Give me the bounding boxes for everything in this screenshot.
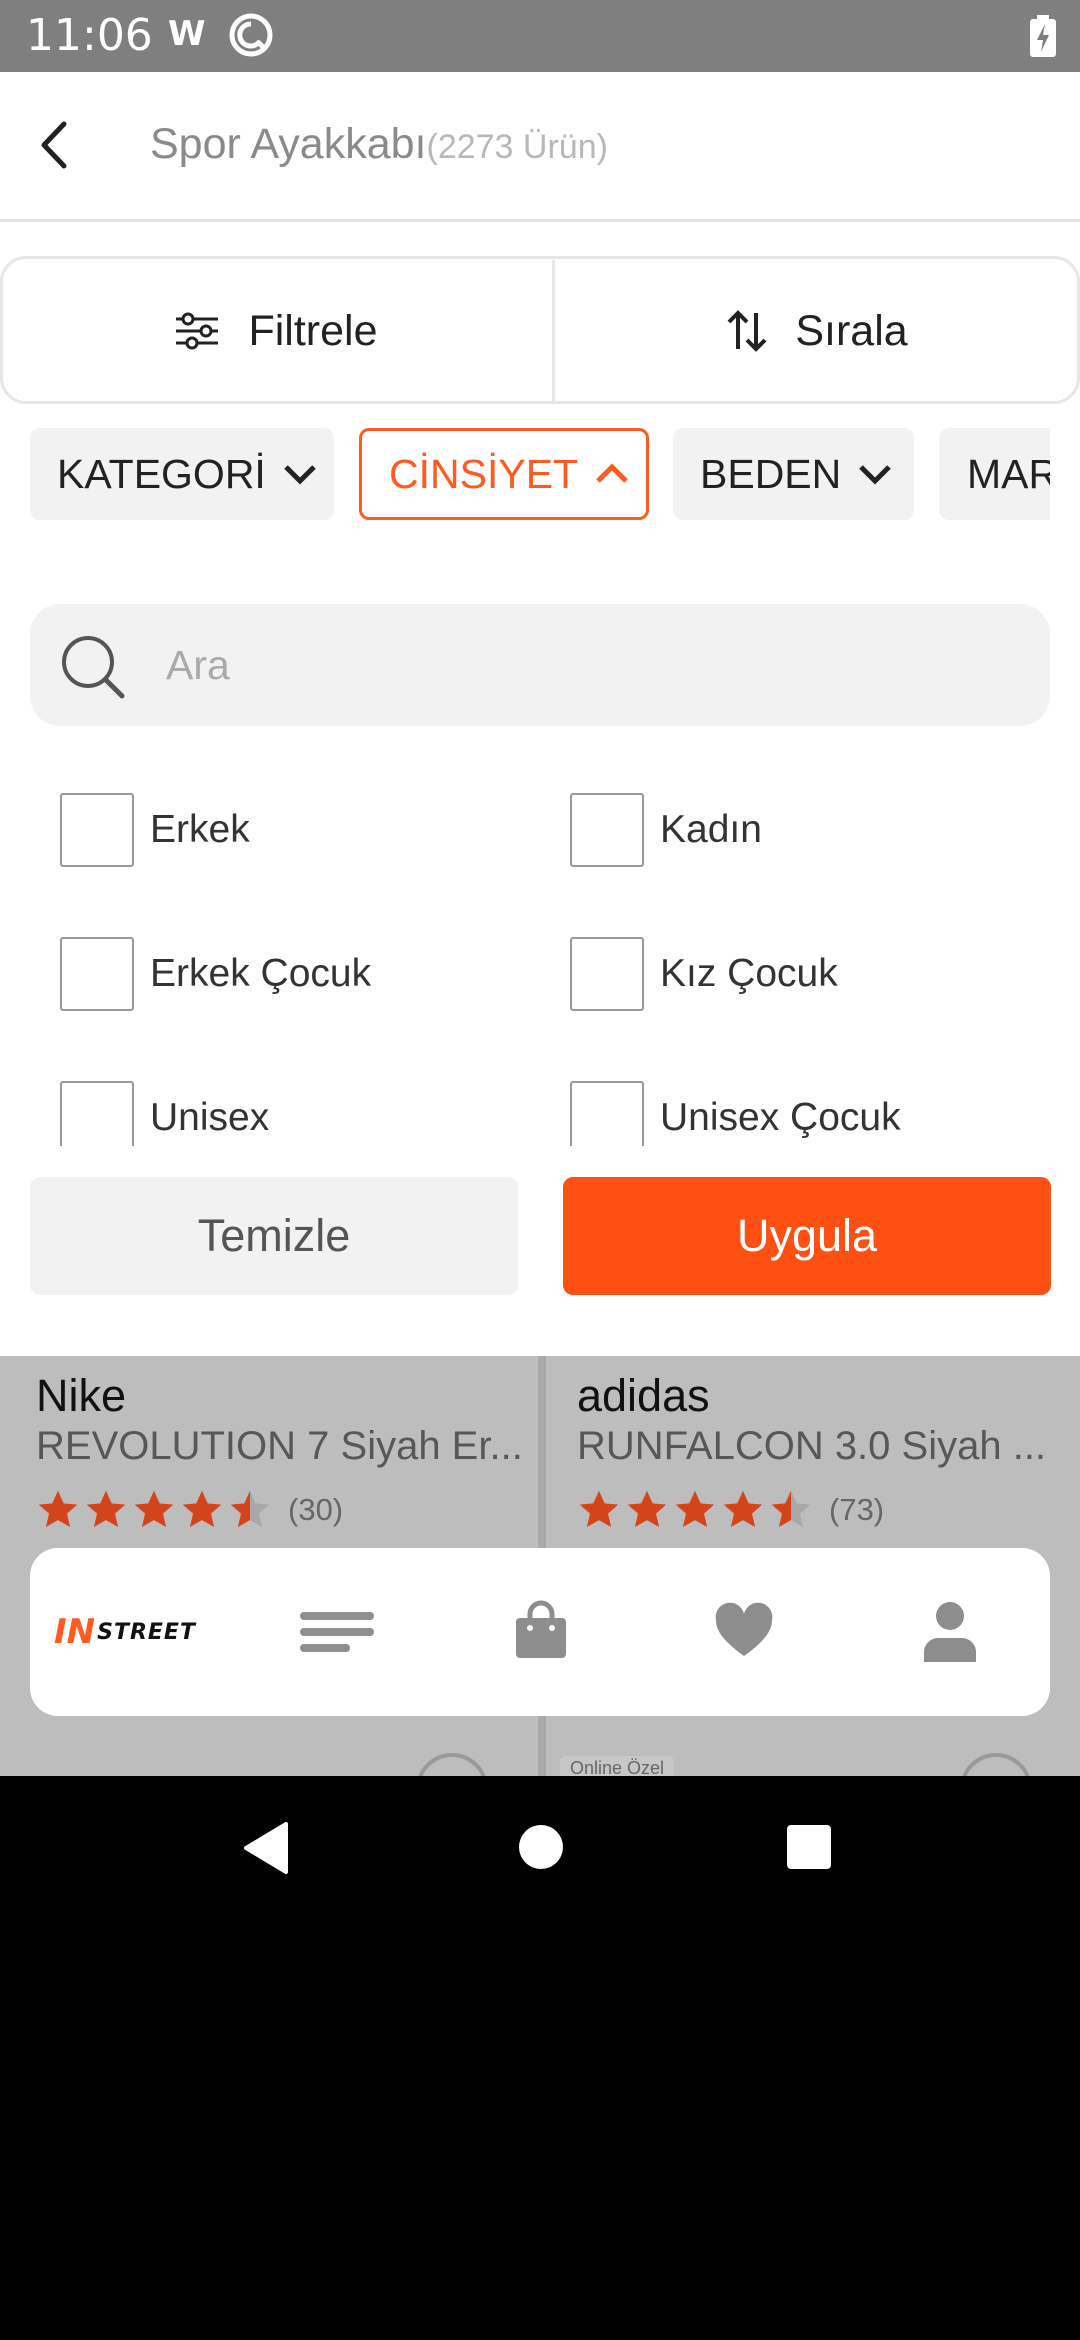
- chip-label: MARKA: [967, 450, 1050, 497]
- shopping-bag-icon[interactable]: [514, 1598, 568, 1666]
- filter-button[interactable]: Filtrele: [0, 260, 552, 402]
- option-unisex-cocuk[interactable]: Unisex Çocuk: [570, 1080, 901, 1146]
- instreet-logo[interactable]: IN STREET: [54, 1612, 196, 1652]
- chip-beden[interactable]: BEDEN: [673, 428, 914, 520]
- option-kadin[interactable]: Kadın: [570, 792, 762, 868]
- star-icon: [675, 1490, 715, 1528]
- logo-street: STREET: [97, 1619, 196, 1645]
- star-icon: [86, 1490, 126, 1528]
- wishlist-circle-icon: [418, 1753, 486, 1776]
- online-badge: Online Özel: [560, 1756, 675, 1776]
- wishlist-circle-icon: [962, 1753, 1030, 1776]
- heart-icon[interactable]: [714, 1598, 774, 1666]
- logo-in: IN: [54, 1612, 96, 1652]
- gender-options: Erkek Kadın Erkek Çocuk Kız Çocuk Unisex…: [0, 760, 1080, 1146]
- option-label: Erkek: [150, 808, 250, 851]
- product-name: RUNFALCON 3.0 Siyah ...: [577, 1424, 1047, 1468]
- star-half-icon: [230, 1490, 270, 1528]
- filter-chips: KATEGORİ CİNSİYET BEDEN MARKA: [30, 428, 1050, 520]
- option-erkek-cocuk[interactable]: Erkek Çocuk: [60, 936, 371, 1012]
- page-title-text: Spor Ayakkabı: [150, 120, 427, 168]
- product-brand: adidas: [577, 1370, 710, 1421]
- status-bar: 11:06 W: [0, 0, 1080, 72]
- star-icon: [627, 1490, 667, 1528]
- checkbox[interactable]: [60, 793, 134, 867]
- w-icon: W: [168, 14, 206, 54]
- system-nav-bar: [0, 1776, 1080, 1916]
- option-label: Kadın: [660, 808, 762, 851]
- checkbox[interactable]: [570, 793, 644, 867]
- product-count: (2273 Ürün): [426, 128, 608, 166]
- battery-charging-icon: [1030, 15, 1056, 57]
- option-label: Kız Çocuk: [660, 952, 838, 995]
- option-erkek[interactable]: Erkek: [60, 792, 250, 868]
- chevron-up-icon: [596, 463, 628, 483]
- page-title: Spor Ayakkabı(2273 Ürün): [150, 120, 608, 169]
- at-sign-icon: [229, 13, 273, 57]
- apply-button[interactable]: Uygula: [563, 1177, 1051, 1295]
- option-kiz-cocuk[interactable]: Kız Çocuk: [570, 936, 838, 1012]
- recents-square-icon[interactable]: [786, 1824, 832, 1870]
- product-name: REVOLUTION 7 Siyah Er...: [36, 1424, 523, 1468]
- checkbox[interactable]: [570, 1081, 644, 1146]
- status-time: 11:06: [26, 10, 153, 61]
- review-count: (73): [829, 1492, 885, 1527]
- chip-label: KATEGORİ: [57, 450, 266, 497]
- option-label: Unisex Çocuk: [660, 1096, 901, 1139]
- sort-label: Sırala: [795, 306, 908, 355]
- option-label: Erkek Çocuk: [150, 952, 372, 995]
- menu-icon[interactable]: [298, 1598, 376, 1666]
- option-label: Unisex: [150, 1096, 270, 1139]
- chip-label: CİNSİYET: [389, 450, 579, 497]
- star-half-icon: [771, 1490, 811, 1528]
- checkbox[interactable]: [60, 1081, 134, 1146]
- star-icon: [182, 1490, 222, 1528]
- product-rating: (73): [577, 1488, 884, 1532]
- star-icon: [723, 1490, 763, 1528]
- star-icon: [38, 1490, 78, 1528]
- option-unisex[interactable]: Unisex: [60, 1080, 269, 1146]
- bottom-nav: IN STREET: [30, 1548, 1050, 1716]
- app-screen: 11:06 W Spor Ayakkabı(2273 Ürün) Filtrel…: [0, 0, 1080, 1776]
- filter-label: Filtrele: [248, 306, 378, 355]
- product-rating: (30): [36, 1488, 343, 1532]
- sort-button[interactable]: Sırala: [555, 260, 1080, 402]
- clear-button[interactable]: Temizle: [30, 1177, 518, 1295]
- search-input[interactable]: [166, 634, 1026, 696]
- star-icon: [579, 1490, 619, 1528]
- back-triangle-icon[interactable]: [242, 1822, 290, 1874]
- back-arrow-icon[interactable]: [28, 110, 84, 180]
- chip-kategori[interactable]: KATEGORİ: [30, 428, 334, 520]
- search-box: [30, 604, 1050, 726]
- product-brand: Nike: [36, 1370, 127, 1421]
- chip-label: BEDEN: [700, 450, 842, 497]
- star-icon: [134, 1490, 174, 1528]
- sliders-icon: [176, 312, 219, 350]
- checkbox[interactable]: [60, 937, 134, 1011]
- sort-arrows-icon: [727, 310, 767, 352]
- chip-cinsiyet[interactable]: CİNSİYET: [359, 428, 649, 520]
- search-icon: [62, 636, 125, 699]
- checkbox[interactable]: [570, 937, 644, 1011]
- user-icon[interactable]: [922, 1598, 978, 1666]
- page-header: Spor Ayakkabı(2273 Ürün): [0, 72, 1080, 222]
- chevron-down-icon: [859, 465, 892, 485]
- review-count: (30): [288, 1492, 344, 1527]
- home-circle-icon[interactable]: [518, 1824, 564, 1870]
- chip-marka[interactable]: MARKA: [939, 428, 1050, 520]
- chevron-down-icon: [284, 465, 316, 485]
